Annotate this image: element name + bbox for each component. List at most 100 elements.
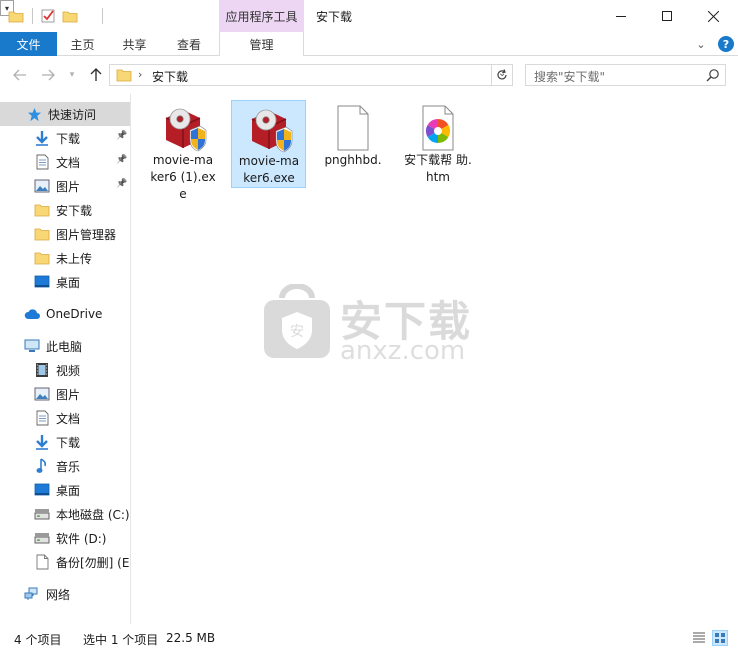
nav-item-label: 下载 — [56, 131, 81, 146]
file-name: movie-ma ker6 (1).exe — [150, 153, 216, 201]
sidebar-item[interactable]: 文档 📌 — [0, 150, 130, 174]
refresh-button[interactable] — [491, 64, 513, 86]
file-list-view[interactable]: movie-ma ker6 (1).exe movie-ma ker6.exe pn… — [132, 94, 738, 624]
details-view-icon[interactable] — [692, 631, 706, 645]
installer-disc-shield-icon — [244, 105, 294, 153]
file-name: 安下载帮 助.htm — [404, 153, 472, 184]
navigation-pane[interactable]: 快速访问 OneDrive 此电脑 网络 下载 📌 文档 📌 图片 📌 安下载图片管理器 未上… — [0, 94, 131, 624]
sidebar-item[interactable]: 文档 — [0, 406, 130, 430]
pictures-icon — [34, 386, 50, 402]
nav-item-label: 桌面 — [56, 483, 81, 498]
folder-icon — [34, 202, 50, 218]
sidebar-item[interactable]: 图片 📌 — [0, 174, 130, 198]
context-tab-group-label: 应用程序工具 — [219, 0, 304, 32]
sidebar-item[interactable]: 桌面 — [0, 478, 130, 502]
forward-button[interactable] — [38, 65, 58, 85]
toolbar-separator — [32, 8, 33, 24]
download-arrow-icon — [34, 434, 50, 450]
back-button[interactable] — [10, 65, 30, 85]
up-button[interactable] — [86, 65, 106, 85]
tab-view[interactable]: 查看 — [161, 32, 217, 56]
sidebar-item[interactable]: 音乐 — [0, 454, 130, 478]
nav-item-label: 文档 — [56, 411, 81, 426]
item-count: 4 个项目 — [14, 633, 62, 647]
search-input[interactable]: 搜索"安下载" — [525, 64, 726, 86]
sidebar-item[interactable]: 安下载 — [0, 198, 130, 222]
anxz-watermark: 安 安下载 anxz.com — [260, 284, 480, 374]
blank-file-icon — [328, 104, 378, 152]
download-arrow-icon — [34, 130, 50, 146]
nav-item-label: 图片 — [56, 179, 81, 194]
watermark-domain: anxz.com — [340, 336, 466, 366]
nav-item-label: 视频 — [56, 363, 81, 378]
nav-item-label: 桌面 — [56, 275, 81, 290]
pictures-icon — [34, 178, 50, 194]
file-item[interactable]: movie-ma ker6 (1).exe — [146, 100, 221, 204]
document-icon — [34, 154, 50, 170]
network-icon — [24, 586, 40, 602]
tab-share[interactable]: 共享 — [108, 32, 161, 56]
sidebar-item[interactable]: 下载 — [0, 430, 130, 454]
sidebar-item[interactable]: 未上传 — [0, 246, 130, 270]
tab-file[interactable]: 文件 — [0, 32, 57, 56]
help-icon[interactable]: ? — [718, 36, 734, 52]
address-bar[interactable]: › 安下载 ⌄ — [109, 64, 513, 86]
window-title: 安下载 — [316, 10, 353, 24]
installer-disc-shield-icon — [158, 104, 208, 152]
nav-network[interactable]: 网络 — [0, 582, 130, 606]
cloud-icon — [24, 306, 40, 322]
blank-file-icon — [34, 554, 50, 570]
file-item[interactable]: movie-ma ker6.exe — [231, 100, 306, 188]
tab-manage[interactable]: 管理 — [219, 32, 304, 57]
sidebar-item[interactable]: 下载 📌 — [0, 126, 130, 150]
tab-home[interactable]: 主页 — [57, 32, 108, 56]
recent-locations-chevron-down-icon[interactable]: ▾ — [62, 65, 82, 85]
chevron-right-icon[interactable]: › — [138, 68, 142, 81]
sidebar-item[interactable]: 桌面 — [0, 270, 130, 294]
maximize-icon — [662, 11, 672, 21]
file-item[interactable]: pnghhbd. — [316, 100, 391, 188]
selection-size: 22.5 MB — [166, 631, 216, 645]
selection-count: 选中 1 个项目 — [83, 633, 159, 647]
title-bar: ▾ 应用程序工具 安下载 — [0, 0, 738, 32]
status-bar: 4 个项目 选中 1 个项目 22.5 MB — [0, 624, 738, 652]
search-icon[interactable] — [706, 68, 720, 82]
shield-bag-logo-icon: 安 — [264, 284, 330, 358]
arrow-up-icon — [90, 68, 102, 81]
close-button[interactable] — [690, 0, 736, 32]
search-placeholder: 搜索"安下载" — [534, 70, 606, 84]
maximize-button[interactable] — [644, 0, 690, 32]
nav-item-label: 文档 — [56, 155, 81, 170]
sidebar-item[interactable]: 本地磁盘 (C:) — [0, 502, 130, 526]
nav-item-label: 音乐 — [56, 459, 81, 474]
properties-checkmark-icon[interactable] — [40, 6, 56, 26]
large-icons-view-icon[interactable] — [712, 630, 728, 646]
svg-text:安: 安 — [290, 324, 304, 340]
sidebar-item[interactable]: 备份[勿删] (E: — [0, 550, 130, 574]
sidebar-item[interactable]: 软件 (D:) — [0, 526, 130, 550]
nav-item-label: OneDrive — [46, 307, 103, 321]
ribbon-expand-chevron-icon[interactable]: ⌄ — [694, 37, 708, 51]
pin-icon[interactable]: 📌 — [116, 179, 127, 189]
html-color-wheel-icon — [413, 104, 463, 152]
sidebar-item[interactable]: 图片 — [0, 382, 130, 406]
nav-quick-access[interactable]: 快速访问 — [0, 102, 130, 126]
drive-icon — [34, 530, 50, 546]
nav-item-label: 快速访问 — [48, 107, 97, 122]
breadcrumb-current[interactable]: 安下载 — [152, 68, 188, 85]
new-folder-icon[interactable] — [62, 6, 78, 26]
nav-this-pc[interactable]: 此电脑 — [0, 334, 130, 358]
nav-onedrive[interactable]: OneDrive — [0, 302, 130, 326]
pin-icon[interactable]: 📌 — [116, 131, 127, 141]
minimize-icon — [616, 15, 626, 17]
arrow-right-icon — [42, 69, 55, 81]
drive-icon — [34, 506, 50, 522]
nav-item-label: 安下载 — [56, 203, 93, 218]
nav-item-label: 此电脑 — [46, 339, 83, 354]
file-item[interactable]: 安下载帮 助.htm — [401, 100, 476, 188]
minimize-button[interactable] — [598, 0, 644, 32]
sidebar-item[interactable]: 图片管理器 — [0, 222, 130, 246]
pin-icon[interactable]: 📌 — [116, 155, 127, 165]
folder-icon — [34, 250, 50, 266]
sidebar-item[interactable]: 视频 — [0, 358, 130, 382]
